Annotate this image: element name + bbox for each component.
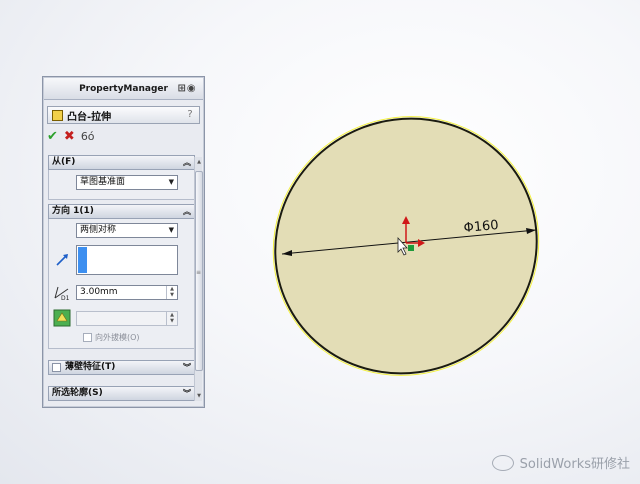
- detailed-preview-button[interactable]: 6ó: [81, 129, 95, 145]
- wechat-logo-icon: [491, 454, 514, 471]
- property-manager-title: PropertyManager: [79, 84, 168, 94]
- draft-outward-label: 向外拔模(O): [95, 333, 140, 342]
- selected-contours-label: 所选轮廓(S): [52, 388, 103, 398]
- draft-icon: [53, 309, 71, 327]
- watermark: SolidWorks研修社: [491, 453, 630, 472]
- feature-header: 凸台-拉伸 ?: [47, 106, 200, 124]
- help-icon[interactable]: ?: [184, 109, 196, 121]
- svg-text:D1: D1: [61, 295, 70, 301]
- ok-button[interactable]: ✔: [47, 129, 58, 145]
- direction1-group-label: 方向 1(1): [52, 206, 94, 216]
- depth-spinner-icon[interactable]: ▲ ▼: [166, 286, 177, 299]
- thin-feature-checkbox[interactable]: [52, 363, 61, 372]
- draft-angle-input[interactable]: ▲ ▼: [76, 311, 178, 326]
- depth-value: 3.00mm: [80, 287, 118, 297]
- draft-outward-option[interactable]: 向外拔模(O): [83, 332, 140, 343]
- end-condition-value: 两侧对称: [80, 225, 117, 235]
- collapse-chevron-icon[interactable]: ︽: [183, 205, 191, 218]
- scroll-up-icon[interactable]: ▲: [195, 159, 203, 165]
- from-group-body: 草图基准面 ▼: [48, 170, 195, 200]
- thin-feature-group-header[interactable]: 薄壁特征(T) ︾: [48, 360, 195, 375]
- dropdown-arrow-icon: ▼: [168, 178, 174, 186]
- direction-reference-listbox[interactable]: [76, 245, 178, 275]
- selection-highlight: [78, 247, 87, 273]
- feature-title: 凸台-拉伸: [67, 111, 112, 123]
- direction-vector-icon: [56, 254, 68, 266]
- pin-icon[interactable]: ⊞◉: [174, 82, 200, 96]
- graphics-viewport[interactable]: Φ160 SolidWorks研修社: [210, 0, 640, 484]
- extrude-boss-icon: [52, 109, 63, 121]
- depth-input[interactable]: 3.00mm ▲ ▼: [76, 285, 178, 300]
- start-condition-dropdown[interactable]: 草图基准面 ▼: [76, 175, 178, 190]
- thin-feature-label: 薄壁特征(T): [65, 362, 116, 372]
- action-buttons: ✔ ✖ 6ó: [47, 129, 95, 145]
- draft-outward-checkbox[interactable]: [83, 333, 92, 342]
- collapse-chevron-icon[interactable]: ︽: [183, 156, 191, 169]
- start-condition-value: 草图基准面: [80, 177, 126, 187]
- draft-spinner-icon[interactable]: ▲ ▼: [166, 312, 177, 325]
- cancel-button[interactable]: ✖: [64, 129, 75, 145]
- depth-icon: D1: [54, 286, 70, 301]
- origin-marker: [408, 245, 414, 251]
- diameter-dimension-label[interactable]: Φ160: [463, 218, 499, 236]
- direction1-group-header[interactable]: 方向 1(1) ︽: [48, 204, 195, 219]
- expand-chevron-icon[interactable]: ︾: [183, 361, 191, 374]
- dropdown-arrow-icon: ▼: [168, 226, 174, 234]
- property-manager-panel: PropertyManager ⊞◉ 凸台-拉伸 ? ✔ ✖ 6ó 从(F) ︽…: [42, 76, 205, 408]
- selected-contours-group-header[interactable]: 所选轮廓(S) ︾: [48, 386, 195, 401]
- from-group-header[interactable]: 从(F) ︽: [48, 155, 195, 170]
- sketch-canvas[interactable]: Φ160: [210, 0, 640, 484]
- sketch-circle[interactable]: [230, 73, 581, 419]
- expand-chevron-icon[interactable]: ︾: [183, 387, 191, 400]
- end-condition-dropdown[interactable]: 两侧对称 ▼: [76, 223, 178, 238]
- direction1-group-body: 两侧对称 ▼ D1 3.00mm ▲ ▼ ▲ ▼ 向外拔模(O): [48, 219, 195, 349]
- scroll-down-icon[interactable]: ▼: [195, 393, 203, 399]
- property-manager-titlebar: PropertyManager ⊞◉: [44, 78, 203, 100]
- scroll-grip-icon: ≡: [196, 269, 202, 276]
- watermark-text: SolidWorks研修社: [519, 457, 630, 472]
- from-group-label: 从(F): [52, 157, 76, 167]
- panel-scrollbar[interactable]: ▲ ≡ ▼: [194, 157, 203, 401]
